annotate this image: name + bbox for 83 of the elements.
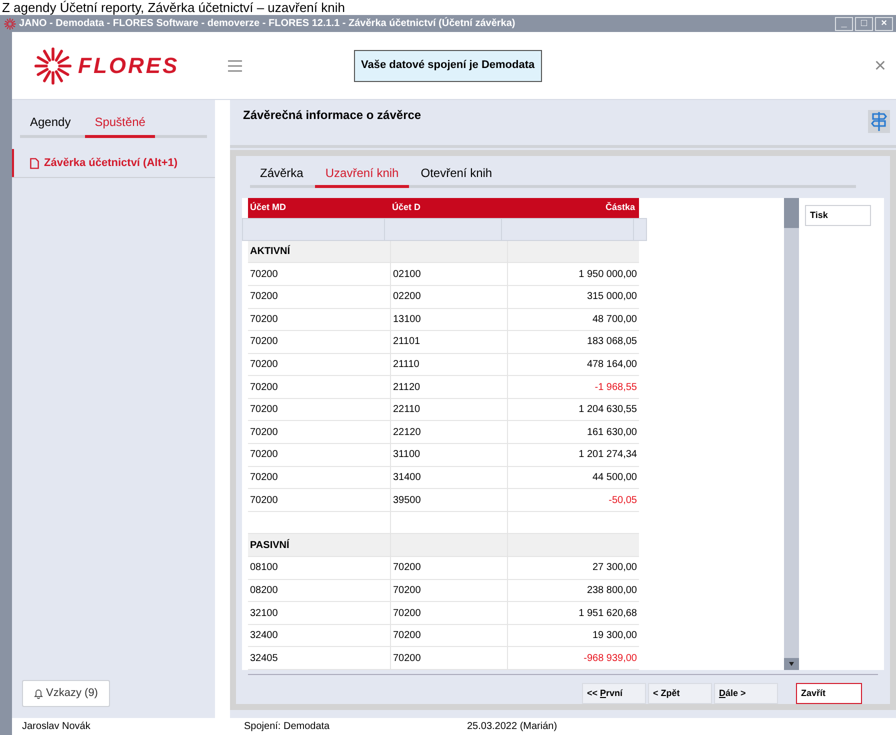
table-cell: -50,05	[507, 489, 639, 511]
section-label: PASIVNÍ	[249, 538, 290, 553]
app-logo-icon	[4, 18, 16, 30]
table-cell: 315 000,00	[507, 286, 639, 308]
table-cell-text: 08100	[249, 561, 279, 576]
section-label: AKTIVNÍ	[249, 244, 292, 260]
table-cell: 19 300,00	[507, 624, 639, 646]
tab[interactable]: Uzavření knih	[315, 164, 409, 188]
caption-text: Z agendy Účetní reporty, Závěrka účetnictví – uzavření knih	[1, 0, 346, 15]
table-cell: 02200	[390, 286, 507, 308]
sidebar-item[interactable]: Závěrka účetnictví (Alt+1)	[12, 149, 215, 177]
table-cell: 478 164,00	[507, 354, 639, 376]
table-cell: 183 068,05	[507, 331, 639, 353]
table-cell: 70200	[390, 580, 507, 602]
table-cell: 1 950 000,00	[507, 263, 639, 285]
table-cell: 31400	[390, 466, 507, 488]
column-header: Částka	[604, 201, 636, 214]
table-cell: 39500	[390, 489, 507, 511]
table-cell: 48 700,00	[507, 308, 639, 330]
logo-text: FLORES	[78, 52, 180, 80]
table-cell-text: 70200	[249, 312, 279, 327]
page-title: Závěrečná informace o závěrce	[243, 107, 422, 124]
status-connection: Spojení: Demodata	[244, 720, 331, 734]
table-cell: -968 939,00	[507, 647, 639, 669]
connection-notice: Vaše datové spojení je Demodata	[354, 50, 542, 82]
table-cell-text: 70200	[249, 403, 279, 418]
table-cell: 1 951 620,68	[507, 602, 639, 624]
table-cell: 44 500,00	[507, 466, 639, 488]
table-cell: 21110	[390, 354, 507, 376]
table-cell: 70200	[390, 602, 507, 624]
table-cell: 238 800,00	[507, 580, 639, 602]
table-cell-text: 32400	[249, 629, 279, 644]
table-cell: 21120	[390, 376, 507, 398]
print-button[interactable]: Tisk	[805, 205, 871, 226]
table-cell-text: 70200	[249, 268, 279, 282]
scroll-down-icon[interactable]	[784, 658, 799, 670]
table-cell: 70200	[390, 624, 507, 646]
tab[interactable]: Závěrka	[250, 164, 314, 188]
status-date: 25.03.2022 (Marián)	[467, 720, 558, 734]
table-cell-text: 70200	[249, 335, 279, 350]
table-cell: 02100	[390, 263, 507, 285]
table-cell: 27 300,00	[507, 557, 639, 579]
window-title: JANO - Demodata - FLORES Software - demoverze - FLORES 12.1.1 - Závěrka účetnictví (Účetní závěrka)	[19, 16, 516, 31]
table-cell-text: 32405	[249, 652, 279, 666]
column-header: Účet MD	[249, 201, 288, 214]
table-cell: 1 204 630,55	[507, 398, 639, 420]
status-user: Jaroslav Novák	[22, 720, 92, 734]
table-cell-text: 70200	[249, 426, 279, 440]
close-button[interactable]: ×	[874, 50, 886, 80]
nav-button[interactable]: < Zpět	[648, 683, 712, 704]
flores-sun-icon	[34, 46, 72, 84]
sidebar-tab[interactable]: Agendy	[20, 113, 81, 138]
signpost-icon[interactable]	[868, 110, 890, 133]
table-cell-text: 70200	[249, 380, 279, 395]
table-cell: 31100	[390, 444, 507, 466]
nav-button[interactable]: << První	[582, 683, 646, 704]
table-cell-text: 70200	[249, 448, 279, 462]
close-form-button[interactable]: Zavřít	[796, 683, 862, 704]
table-cell: 161 630,00	[507, 421, 639, 444]
scrollbar[interactable]	[784, 198, 799, 670]
table-cell-text: 70200	[249, 470, 279, 485]
table-cell-text: 70200	[249, 290, 279, 304]
table-cell: -1 968,55	[507, 376, 639, 398]
scroll-thumb[interactable]	[784, 198, 799, 228]
table-cell: 22120	[390, 421, 507, 444]
table-cell: 70200	[390, 647, 507, 669]
messages-button[interactable]: Vzkazy (9)	[22, 680, 110, 707]
menu-icon[interactable]	[228, 60, 242, 72]
table-cell: 22110	[390, 398, 507, 420]
bell-icon	[34, 688, 44, 698]
table-cell-text: 70200	[249, 358, 279, 372]
table-cell-text: 70200	[249, 494, 279, 508]
table-cell-text: 32100	[249, 606, 279, 621]
table-cell: 21101	[390, 331, 507, 353]
table-cell: 1 201 274,34	[507, 444, 639, 466]
table-cell: 70200	[390, 557, 507, 579]
sidebar-tab[interactable]: Spuštěné	[84, 113, 156, 138]
table-cell-text: 08200	[249, 584, 279, 598]
document-icon	[30, 158, 39, 168]
table-cell: 13100	[390, 308, 507, 330]
column-header: Účet D	[391, 201, 422, 214]
nav-button[interactable]: Dále >	[714, 683, 778, 704]
tab[interactable]: Otevření knih	[410, 164, 502, 188]
